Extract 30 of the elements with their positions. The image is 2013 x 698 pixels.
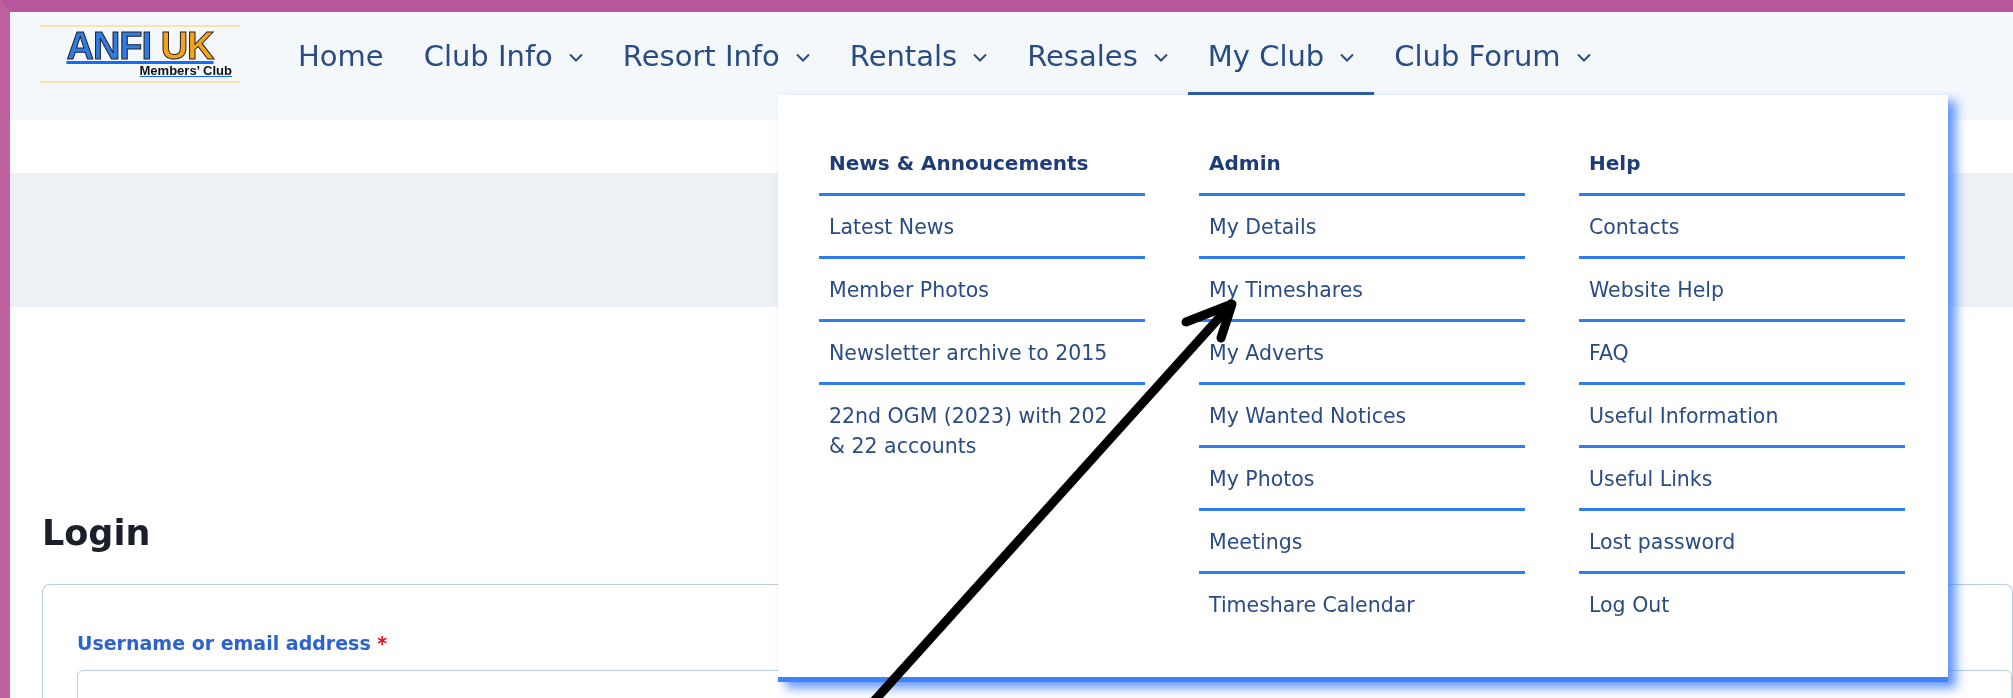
menu-link[interactable]: My Adverts bbox=[1199, 322, 1525, 385]
logo[interactable]: ANFI UK Members’ Club bbox=[40, 25, 240, 83]
menu-link[interactable]: Latest News bbox=[819, 196, 1145, 259]
field-label: Username or email address * bbox=[77, 631, 388, 656]
menu-link[interactable]: Newsletter archive to 2015 bbox=[819, 322, 1145, 385]
nav-link[interactable]: Resort Info bbox=[602, 12, 830, 95]
nav-link[interactable]: Resales bbox=[1007, 12, 1188, 95]
menu-link[interactable]: Lost password bbox=[1579, 511, 1905, 574]
menu-link[interactable]: My Details bbox=[1199, 196, 1525, 259]
menu-link[interactable]: My Photos bbox=[1199, 448, 1525, 511]
menu-link[interactable]: Member Photos bbox=[819, 259, 1145, 322]
menu-link[interactable]: Log Out bbox=[1579, 574, 1905, 637]
column-heading: Help bbox=[1579, 133, 1905, 196]
nav-link[interactable]: Club Info bbox=[403, 12, 603, 95]
menu-link[interactable]: Contacts bbox=[1579, 196, 1905, 259]
nav-link[interactable]: Rentals bbox=[829, 12, 1008, 95]
nav-link[interactable]: Home bbox=[278, 12, 404, 95]
nav-link[interactable]: Club Forum bbox=[1374, 12, 1611, 95]
menu-link[interactable]: Meetings bbox=[1199, 511, 1525, 574]
page-title: Login bbox=[42, 512, 151, 555]
menu-link[interactable]: My Wanted Notices bbox=[1199, 385, 1525, 448]
menu-link[interactable]: Useful Information bbox=[1579, 385, 1905, 448]
menu-link[interactable]: 22nd OGM (2023) with 202 & 22 accounts bbox=[819, 385, 1145, 469]
menu-link[interactable]: Website Help bbox=[1579, 259, 1905, 322]
menu-link[interactable]: Timeshare Calendar bbox=[1199, 574, 1525, 637]
menu-link[interactable]: FAQ bbox=[1579, 322, 1905, 385]
menu-link[interactable]: Useful Links bbox=[1579, 448, 1905, 511]
column-heading: Admin bbox=[1199, 133, 1525, 196]
menu-link[interactable]: My Timeshares bbox=[1199, 259, 1525, 322]
column-heading: News & Annoucements bbox=[819, 133, 1145, 196]
